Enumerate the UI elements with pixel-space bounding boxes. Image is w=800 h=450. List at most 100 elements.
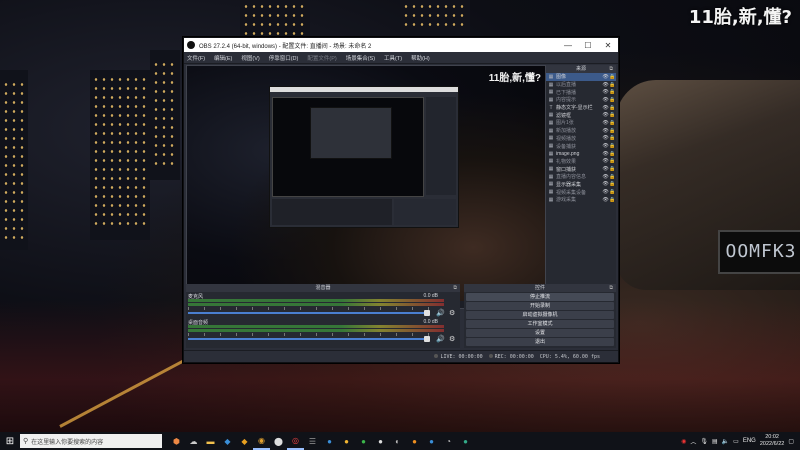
notification-icon[interactable]: ▢ <box>788 438 794 445</box>
obs-icon[interactable]: ◎ <box>287 432 304 450</box>
visibility-eye-icon[interactable]: 👁 <box>602 151 609 157</box>
visibility-eye-icon[interactable]: 👁 <box>602 166 609 172</box>
lock-icon[interactable]: 🔒 <box>609 135 616 141</box>
source-item[interactable]: ▦ 内容提示 👁 🔒 <box>546 96 616 104</box>
visibility-eye-icon[interactable]: 👁 <box>602 97 609 103</box>
source-item[interactable]: ▦ image.png 👁 🔒 <box>546 150 616 158</box>
taskbar-search-box[interactable]: ⚲ 在这里输入你要搜索的内容 <box>20 434 162 448</box>
lock-icon[interactable]: 🔒 <box>609 143 616 149</box>
lock-icon[interactable]: 🔒 <box>609 89 616 95</box>
gear-icon[interactable]: ⚙ <box>449 335 455 343</box>
lock-icon[interactable]: 🔒 <box>609 158 616 164</box>
dock-undock-icon[interactable]: ⧉ <box>453 284 457 292</box>
app-icon[interactable]: ● <box>321 432 338 450</box>
source-item[interactable]: ▦ 视频播放 👁 🔒 <box>546 135 616 143</box>
microphone-icon[interactable]: 🎙 <box>700 438 708 445</box>
app-icon[interactable]: ◆ <box>219 432 236 450</box>
input-language[interactable]: ENG <box>743 438 756 444</box>
source-item[interactable]: ▦ 显示器采集 👁 🔒 <box>546 181 616 189</box>
lock-icon[interactable]: 🔒 <box>609 97 616 103</box>
menu-file[interactable]: 文件(F) <box>187 54 205 62</box>
visibility-eye-icon[interactable]: 👁 <box>602 112 609 118</box>
visibility-eye-icon[interactable]: 👁 <box>602 174 609 180</box>
source-item[interactable]: ▦ 设备捕获 👁 🔒 <box>546 142 616 150</box>
battery-icon[interactable]: ▭ <box>733 438 739 445</box>
dock-undock-icon[interactable]: ⧉ <box>609 284 613 292</box>
volume-icon[interactable]: 🔈 <box>722 438 729 445</box>
visibility-eye-icon[interactable]: 👁 <box>602 181 609 187</box>
start-recording-button[interactable]: 开始录制 <box>466 302 614 310</box>
chevron-up-icon[interactable]: ︿ <box>690 437 696 446</box>
start-button[interactable]: ⊞ <box>0 432 20 450</box>
lock-icon[interactable]: 🔒 <box>609 128 616 134</box>
visibility-eye-icon[interactable]: 👁 <box>602 197 609 203</box>
app-icon[interactable]: ● <box>372 432 389 450</box>
volume-slider[interactable] <box>188 312 428 314</box>
source-item[interactable]: T 静态文字-显示栏 👁 🔒 <box>546 104 616 112</box>
lock-icon[interactable]: 🔒 <box>609 197 616 203</box>
wechat-icon[interactable]: ● <box>355 432 372 450</box>
studio-mode-button[interactable]: 工作室模式 <box>466 320 614 328</box>
menu-profile[interactable]: 配置文件(P) <box>307 54 336 62</box>
source-item[interactable]: ▦ 礼物效果 👁 🔒 <box>546 158 616 166</box>
cloud-icon[interactable]: ☁ <box>185 432 202 450</box>
app-icon[interactable]: ● <box>338 432 355 450</box>
lock-icon[interactable]: 🔒 <box>609 82 616 88</box>
source-item[interactable]: ▦ 图像 👁 🔒 <box>546 73 616 81</box>
lock-icon[interactable]: 🔒 <box>609 166 616 172</box>
menu-tools[interactable]: 工具(T) <box>384 54 402 62</box>
speaker-icon[interactable]: 🔊 <box>436 335 445 343</box>
source-item[interactable]: ▦ 视频采集设备 👁 🔒 <box>546 188 616 196</box>
app-icon[interactable]: ◆ <box>236 432 253 450</box>
visibility-eye-icon[interactable]: 👁 <box>602 105 609 111</box>
lock-icon[interactable]: 🔒 <box>609 112 616 118</box>
menu-docks[interactable]: 停靠窗口(D) <box>269 54 299 62</box>
visibility-eye-icon[interactable]: 👁 <box>602 82 609 88</box>
tray-app-icon[interactable]: ◉ <box>681 438 686 445</box>
visibility-eye-icon[interactable]: 👁 <box>602 128 609 134</box>
app-icon[interactable]: ☰ <box>304 432 321 450</box>
visibility-eye-icon[interactable]: 👁 <box>602 89 609 95</box>
visibility-eye-icon[interactable]: 👁 <box>602 120 609 126</box>
source-item[interactable]: ▦ 新加播放 👁 🔒 <box>546 127 616 135</box>
exit-button[interactable]: 退出 <box>466 338 614 346</box>
volume-slider-handle[interactable] <box>424 310 430 316</box>
app-icon[interactable]: ● <box>457 432 474 450</box>
app-icon[interactable]: ● <box>423 432 440 450</box>
chrome-icon[interactable]: ◉ <box>253 432 270 450</box>
lock-icon[interactable]: 🔒 <box>609 181 616 187</box>
steam-icon[interactable]: ◐ <box>389 432 406 450</box>
start-virtual-camera-button[interactable]: 启动虚拟摄像机 <box>466 311 614 319</box>
close-button[interactable]: ✕ <box>598 41 618 50</box>
source-item[interactable]: ▦ 图片1张 👁 🔒 <box>546 119 616 127</box>
visibility-eye-icon[interactable]: 👁 <box>602 158 609 164</box>
visibility-eye-icon[interactable]: 👁 <box>602 135 609 141</box>
volume-slider[interactable] <box>188 338 428 340</box>
lock-icon[interactable]: 🔒 <box>609 120 616 126</box>
visibility-eye-icon[interactable]: 👁 <box>602 189 609 195</box>
minimize-button[interactable]: — <box>558 41 578 50</box>
folder-icon[interactable]: ▬ <box>202 432 219 450</box>
source-item[interactable]: ▦ 直播内容信息 👁 🔒 <box>546 173 616 181</box>
menu-help[interactable]: 帮助(H) <box>411 54 430 62</box>
source-item[interactable]: ▦ 以后直播 👁 🔒 <box>546 81 616 89</box>
lock-icon[interactable]: 🔒 <box>609 189 616 195</box>
taskbar-clock[interactable]: 20:02 2022/6/22 <box>760 434 784 448</box>
speaker-icon[interactable]: 🔊 <box>436 309 445 317</box>
source-item[interactable]: ▦ 已下播播 👁 🔒 <box>546 88 616 96</box>
source-item[interactable]: ▦ 滤镜框 👁 🔒 <box>546 111 616 119</box>
lock-icon[interactable]: 🔒 <box>609 151 616 157</box>
lock-icon[interactable]: 🔒 <box>609 105 616 111</box>
menu-edit[interactable]: 编辑(E) <box>214 54 232 62</box>
visibility-eye-icon[interactable]: 👁 <box>602 143 609 149</box>
visibility-eye-icon[interactable]: 👁 <box>602 74 609 80</box>
source-item[interactable]: ▦ 游戏采集 👁 🔒 <box>546 196 616 204</box>
gear-icon[interactable]: ⚙ <box>449 309 455 317</box>
settings-button[interactable]: 设置 <box>466 329 614 337</box>
lock-icon[interactable]: 🔒 <box>609 174 616 180</box>
obs-titlebar[interactable]: OBS 27.2.4 (64-bit, windows) - 配置文件: 直播间… <box>184 38 618 52</box>
app-icon[interactable]: ⬤ <box>270 432 287 450</box>
dock-undock-icon[interactable]: ⧉ <box>609 65 613 73</box>
menu-scene-collection[interactable]: 场景集合(S) <box>346 54 375 62</box>
network-icon[interactable]: ▤ <box>712 438 718 445</box>
